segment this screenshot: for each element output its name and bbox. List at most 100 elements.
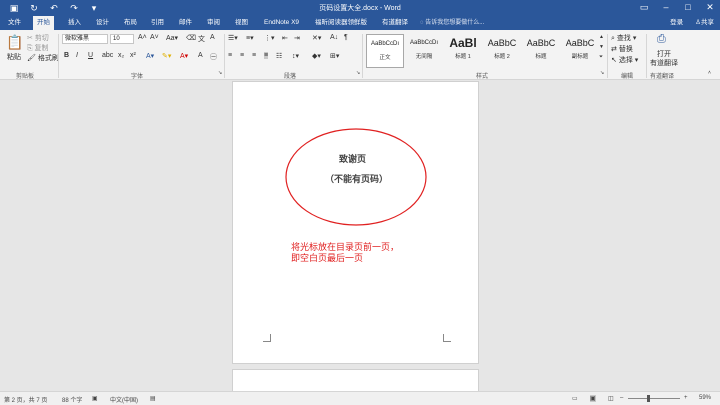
page[interactable] (232, 369, 479, 391)
font-dialog-launcher-icon[interactable]: ↘ (218, 70, 222, 76)
styles-group-label: 样式 (476, 74, 489, 80)
styles-more-icon[interactable]: ⏷ (599, 54, 603, 60)
youdao-group-label: 有道翻译 (650, 74, 675, 80)
tab-mailings[interactable]: 邮件 (175, 16, 196, 30)
text-effects-icon[interactable]: A▾ (146, 52, 154, 60)
style-title[interactable]: AaBbC 标题 (522, 34, 560, 68)
styles-scroll-up-icon[interactable]: ▲ (599, 34, 604, 40)
multilevel-list-icon[interactable]: ⋮▾ (264, 34, 275, 42)
maximize-icon[interactable]: □ (682, 2, 694, 13)
style-normal[interactable]: AaBbCcDı 正文 (366, 34, 404, 68)
styles-dialog-launcher-icon[interactable]: ↘ (600, 70, 604, 76)
open-youdao-label: 有道翻译 (650, 60, 678, 67)
highlight-icon[interactable]: ✎▾ (162, 52, 171, 60)
read-mode-icon[interactable]: ▭ (572, 395, 578, 402)
close-icon[interactable]: ✕ (704, 2, 716, 13)
ack-page-subtitle: （不能有页码） (325, 174, 389, 184)
clipboard-group-label: 剪贴板 (16, 74, 35, 80)
distributed-icon[interactable]: ☷ (276, 52, 282, 60)
tab-layout[interactable]: 布局 (120, 16, 141, 30)
style-subtitle[interactable]: AaBbC 副标题 (561, 34, 599, 68)
asian-layout-icon[interactable]: ✕▾ (312, 34, 321, 42)
share-button[interactable]: ♙共享 (695, 16, 714, 30)
grow-font-icon[interactable]: A˄ (138, 34, 147, 41)
align-right-icon[interactable]: ≡ (252, 52, 256, 59)
language-indicator[interactable]: 中文(中国) (110, 395, 138, 404)
zoom-out-icon[interactable]: – (620, 395, 623, 401)
tab-insert[interactable]: 插入 (64, 16, 85, 30)
style-heading-1[interactable]: AaBl 标题 1 (444, 34, 482, 68)
divider (362, 34, 363, 78)
font-color-icon[interactable]: A▾ (180, 52, 188, 60)
paste-label[interactable]: 粘贴 (7, 52, 21, 62)
cut-button[interactable]: ✂ 剪切 (27, 33, 49, 43)
tell-me-box[interactable]: ◌ 告诉我您想要做什么... (420, 16, 484, 30)
divider (607, 34, 608, 78)
tab-file[interactable]: 文件 (4, 16, 25, 30)
underline-icon[interactable]: U (88, 52, 93, 59)
zoom-thumb[interactable] (647, 395, 650, 402)
tab-endnote[interactable]: EndNote X9 (260, 16, 303, 30)
style-heading-2[interactable]: AaBbC 标题 2 (483, 34, 521, 68)
collapse-ribbon-icon[interactable]: ˄ (708, 70, 711, 76)
paragraph-dialog-launcher-icon[interactable]: ↘ (356, 70, 360, 76)
macro-icon[interactable]: ▤ (150, 395, 156, 402)
replace-button[interactable]: ⇄ 替换 (611, 44, 633, 54)
char-shading-icon[interactable]: A (198, 52, 203, 59)
numbering-icon[interactable]: ≡▾ (246, 34, 254, 42)
status-bar: 第 2 页，共 7 页 88 个字 ▣ 中文(中国) ▤ ▭ ▣ ◫ – + 5… (0, 391, 720, 405)
enclose-char-icon[interactable]: ㊀ (210, 52, 217, 62)
tab-references[interactable]: 引用 (147, 16, 168, 30)
font-name-select[interactable]: 微软雅黑 (62, 34, 108, 44)
align-left-icon[interactable]: ≡ (228, 52, 232, 59)
web-layout-icon[interactable]: ◫ (608, 395, 614, 402)
borders-icon[interactable]: ⊞▾ (330, 52, 339, 60)
shrink-font-icon[interactable]: A˅ (150, 34, 159, 41)
superscript-icon[interactable]: x² (130, 52, 136, 59)
minimize-icon[interactable]: – (660, 2, 672, 13)
copy-button[interactable]: ⎘ 复制 (27, 43, 49, 53)
proofing-icon[interactable]: ▣ (92, 395, 98, 402)
phonetic-icon[interactable]: 文 (198, 34, 205, 44)
clear-format-icon[interactable]: ⌫ (186, 34, 196, 42)
change-case-icon[interactable]: Aa▾ (166, 34, 178, 42)
tab-home[interactable]: 开始 (33, 16, 54, 30)
zoom-level[interactable]: 59% (699, 395, 711, 401)
subscript-icon[interactable]: x₂ (118, 52, 124, 59)
zoom-slider[interactable] (628, 398, 680, 399)
italic-icon[interactable]: I (76, 52, 78, 59)
format-painter-button[interactable]: 🖌 格式刷 (27, 53, 59, 63)
sort-icon[interactable]: A↓ (330, 34, 338, 41)
tab-review[interactable]: 审阅 (203, 16, 224, 30)
styles-scroll-down-icon[interactable]: ▼ (599, 44, 604, 50)
show-marks-icon[interactable]: ¶ (344, 34, 348, 41)
translate-icon[interactable]: ⎙ (657, 33, 666, 46)
justify-icon[interactable]: ≡ (264, 52, 269, 59)
word-count[interactable]: 88 个字 (62, 395, 82, 404)
select-button[interactable]: ↖ 选择 ▾ (611, 55, 638, 65)
tab-view[interactable]: 视图 (231, 16, 252, 30)
ribbon-display-icon[interactable]: ▭ (638, 2, 650, 13)
style-no-spacing[interactable]: AaBbCcDı 无间隔 (405, 34, 443, 68)
find-button[interactable]: ⌕ 查找 ▾ (611, 33, 636, 43)
login-link[interactable]: 登录 (670, 16, 683, 30)
decrease-indent-icon[interactable]: ⇤ (282, 34, 288, 42)
page-count[interactable]: 第 2 页，共 7 页 (4, 395, 47, 404)
print-layout-icon[interactable]: ▣ (590, 395, 596, 402)
zoom-in-icon[interactable]: + (684, 395, 688, 401)
bullets-icon[interactable]: ☰▾ (228, 34, 238, 42)
divider (646, 34, 647, 78)
align-center-icon[interactable]: ≡ (240, 52, 244, 59)
increase-indent-icon[interactable]: ⇥ (294, 34, 300, 42)
paste-icon[interactable]: 📋 (6, 34, 23, 51)
font-size-select[interactable]: 10 (110, 34, 134, 44)
bold-icon[interactable]: B (64, 52, 69, 59)
tab-foxit[interactable]: 福昕阅读器领鲜版 (311, 16, 371, 30)
strikethrough-icon[interactable]: abc (102, 52, 113, 59)
line-spacing-icon[interactable]: ↕▾ (292, 52, 299, 60)
shading-icon[interactable]: ◆▾ (312, 52, 321, 60)
char-border-icon[interactable]: A (210, 34, 215, 41)
document-canvas[interactable]: 致谢页 （不能有页码） 将光标放在目录页前一页， 即空白页最后一页 (0, 81, 720, 391)
tab-youdao[interactable]: 有道翻译 (378, 16, 412, 30)
tab-design[interactable]: 设计 (92, 16, 113, 30)
